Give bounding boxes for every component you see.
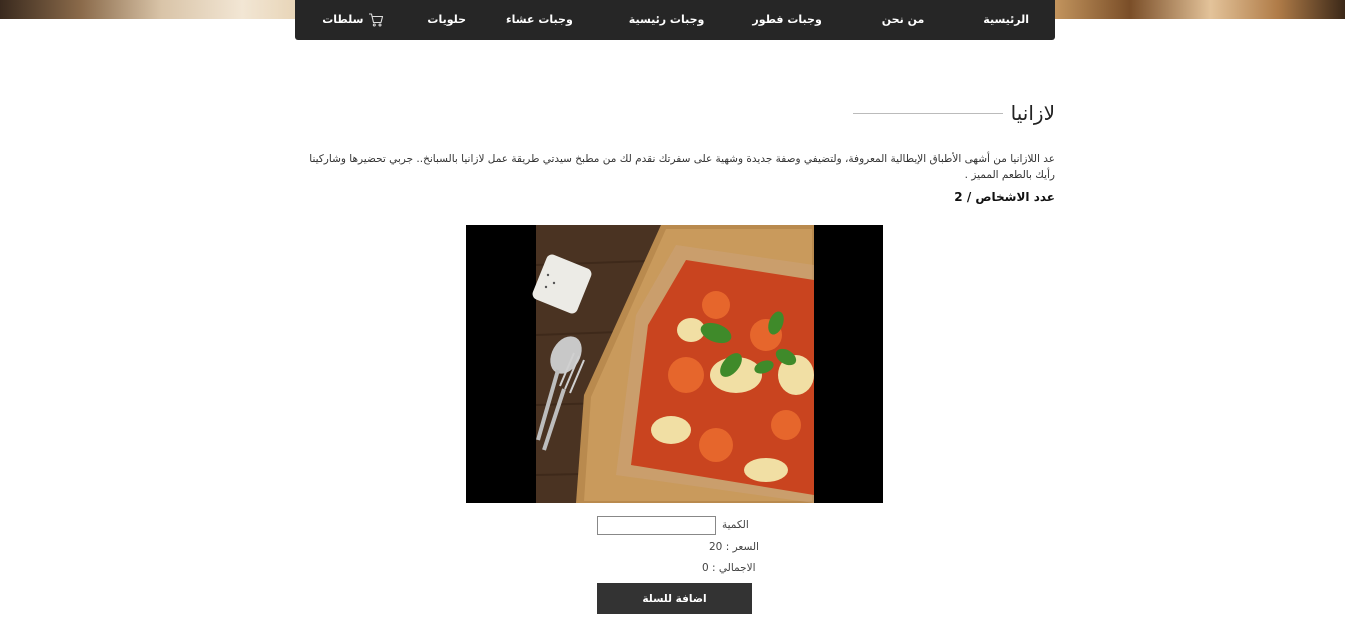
title-divider: [852, 112, 1003, 114]
nav-item-salads[interactable]: سلطات: [322, 0, 363, 40]
recipe-description: عد اللازانيا من أشهى الأطباق الإيطالية ا…: [309, 153, 1055, 181]
total-text: الاجمالي : 0: [702, 562, 756, 574]
nav-item-about[interactable]: من نحن: [882, 0, 925, 40]
price-text: السعر : 20: [709, 541, 759, 553]
add-to-cart-button[interactable]: اضافة للسلة: [597, 583, 752, 614]
quantity-input[interactable]: [597, 516, 716, 535]
page-title: لازانيا: [1010, 101, 1055, 125]
nav-item-dinner[interactable]: وجبات عشاء: [506, 0, 573, 40]
cart-icon[interactable]: [368, 12, 384, 28]
nav-item-home[interactable]: الرئيسية: [983, 0, 1029, 40]
servings-count: عدد الاشخاص / 2: [954, 190, 1055, 204]
title-row: لازانيا: [852, 99, 1055, 127]
lasagna-image: [466, 225, 883, 503]
nav-item-breakfast[interactable]: وجبات فطور: [752, 0, 821, 40]
nav-item-main-meals[interactable]: وجبات رئيسية: [629, 0, 705, 40]
main-navbar: الرئيسية من نحن وجبات فطور وجبات رئيسية …: [295, 0, 1055, 40]
nav-item-desserts[interactable]: حلويات: [427, 0, 466, 40]
quantity-label: الكمية: [722, 519, 749, 531]
